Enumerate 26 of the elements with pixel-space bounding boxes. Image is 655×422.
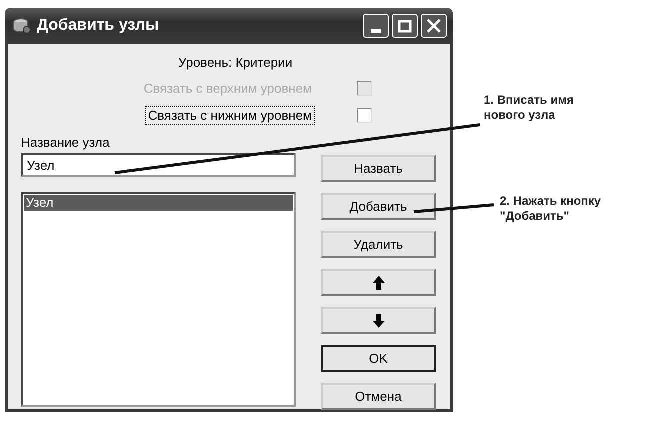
checkbox-label: Связать с нижним уровнем — [145, 106, 315, 124]
name-input-field[interactable]: Узел — [21, 153, 296, 177]
field-label: Название узла — [21, 135, 111, 151]
close-button[interactable] — [421, 14, 447, 38]
close-icon — [427, 19, 441, 33]
checkbox-label: Связать с верхним уровнем — [142, 80, 313, 98]
app-icon — [13, 18, 31, 34]
arrow-down-icon — [372, 314, 384, 328]
minimize-icon — [371, 29, 381, 33]
level-label: Уровень: Критерии — [177, 54, 294, 72]
window-title: Добавить узлы — [37, 17, 160, 35]
maximize-button[interactable] — [392, 14, 418, 38]
dialog-button[interactable]: Добавить — [321, 193, 436, 220]
dialog-button[interactable]: OK — [321, 345, 436, 372]
minimize-button[interactable] — [363, 14, 389, 38]
annotation: 1. Вписать имя нового узла — [484, 93, 574, 123]
annotation: 2. Нажать кнопку "Добавить" — [500, 194, 602, 224]
move-down-button[interactable] — [321, 307, 436, 334]
checkbox[interactable] — [357, 108, 372, 122]
arrow-up-icon — [372, 276, 384, 290]
dialog-button[interactable]: Назвать — [321, 155, 436, 182]
maximize-icon — [398, 20, 412, 32]
move-up-button[interactable] — [321, 269, 436, 296]
dialog-button[interactable]: Отмена — [321, 383, 436, 410]
dialog-button[interactable]: Удалить — [321, 231, 436, 258]
list-item[interactable]: Узел — [24, 195, 293, 211]
